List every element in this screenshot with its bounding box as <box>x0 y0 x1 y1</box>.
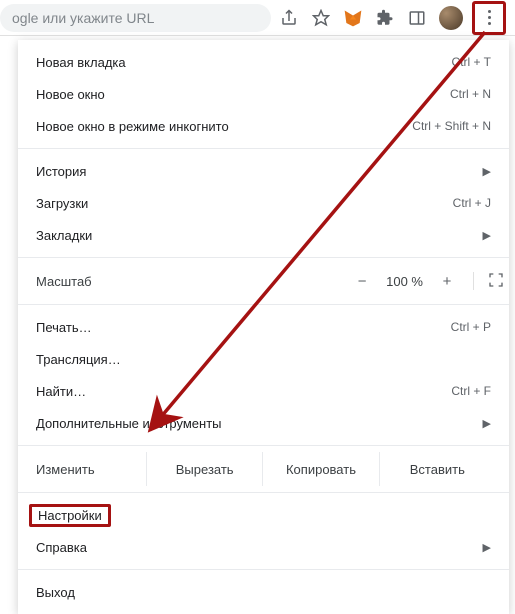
menu-downloads[interactable]: Загрузки Ctrl + J <box>18 187 509 219</box>
toolbar-icons <box>279 4 509 32</box>
menu-separator <box>18 569 509 570</box>
menu-more-tools[interactable]: Дополнительные инструменты ▶ <box>18 407 509 439</box>
menu-new-window[interactable]: Новое окно Ctrl + N <box>18 78 509 110</box>
menu-label: Настройки <box>36 504 491 527</box>
chevron-right-icon: ▶ <box>483 165 491 178</box>
profile-avatar[interactable] <box>439 6 463 30</box>
menu-label: Найти… <box>36 384 451 399</box>
menu-label: Загрузки <box>36 196 453 211</box>
share-icon[interactable] <box>279 8 299 28</box>
chevron-right-icon: ▶ <box>483 417 491 430</box>
menu-label: Изменить <box>36 462 146 477</box>
menu-label: Дополнительные инструменты <box>36 416 475 431</box>
menu-settings[interactable]: Настройки <box>18 499 509 531</box>
star-icon[interactable] <box>311 8 331 28</box>
zoom-in-button[interactable]: + <box>437 273 457 290</box>
zoom-value: 100 % <box>386 274 423 289</box>
menu-separator <box>18 148 509 149</box>
menu-button[interactable] <box>475 4 503 32</box>
menu-label: Выход <box>36 585 491 600</box>
menu-separator <box>18 257 509 258</box>
main-menu: Новая вкладка Ctrl + T Новое окно Ctrl +… <box>18 40 509 614</box>
extensions-icon[interactable] <box>375 8 395 28</box>
menu-shortcut: Ctrl + F <box>451 384 491 398</box>
menu-shortcut: Ctrl + N <box>450 87 491 101</box>
zoom-out-button[interactable]: − <box>352 273 372 290</box>
edit-paste-button[interactable]: Вставить <box>379 452 509 486</box>
menu-help[interactable]: Справка ▶ <box>18 531 509 563</box>
edit-cut-button[interactable]: Вырезать <box>146 452 262 486</box>
menu-history[interactable]: История ▶ <box>18 155 509 187</box>
menu-separator <box>18 492 509 493</box>
metamask-extension-icon[interactable] <box>343 8 363 28</box>
menu-label: История <box>36 164 475 179</box>
menu-label: Масштаб <box>36 274 352 289</box>
menu-shortcut: Ctrl + P <box>451 320 491 334</box>
menu-label: Закладки <box>36 228 475 243</box>
omnibox[interactable]: ogle или укажите URL <box>0 4 271 32</box>
menu-cast[interactable]: Трансляция… <box>18 343 509 375</box>
zoom-controls: − 100 % + <box>352 272 491 290</box>
menu-find[interactable]: Найти… Ctrl + F <box>18 375 509 407</box>
menu-shortcut: Ctrl + T <box>452 55 491 69</box>
fullscreen-button[interactable] <box>473 272 491 290</box>
chevron-right-icon: ▶ <box>483 541 491 554</box>
browser-toolbar: ogle или укажите URL <box>0 0 515 36</box>
kebab-icon <box>488 10 491 25</box>
menu-print[interactable]: Печать… Ctrl + P <box>18 311 509 343</box>
menu-shortcut: Ctrl + J <box>453 196 491 210</box>
menu-new-tab[interactable]: Новая вкладка Ctrl + T <box>18 46 509 78</box>
menu-label: Новое окно <box>36 87 450 102</box>
side-panel-icon[interactable] <box>407 8 427 28</box>
menu-label: Новое окно в режиме инкогнито <box>36 119 412 134</box>
chevron-right-icon: ▶ <box>483 229 491 242</box>
menu-exit[interactable]: Выход <box>18 576 509 608</box>
edit-copy-button[interactable]: Копировать <box>262 452 378 486</box>
menu-incognito[interactable]: Новое окно в режиме инкогнито Ctrl + Shi… <box>18 110 509 142</box>
menu-label: Новая вкладка <box>36 55 452 70</box>
menu-bookmarks[interactable]: Закладки ▶ <box>18 219 509 251</box>
menu-separator <box>18 304 509 305</box>
menu-label: Трансляция… <box>36 352 491 367</box>
menu-label: Справка <box>36 540 475 555</box>
menu-edit-row: Изменить Вырезать Копировать Вставить <box>18 452 509 486</box>
menu-zoom: Масштаб − 100 % + <box>18 264 509 298</box>
menu-label: Печать… <box>36 320 451 335</box>
menu-separator <box>18 445 509 446</box>
annotation-highlight: Настройки <box>29 504 111 527</box>
menu-shortcut: Ctrl + Shift + N <box>412 119 491 133</box>
omnibox-placeholder: ogle или укажите URL <box>12 10 154 26</box>
